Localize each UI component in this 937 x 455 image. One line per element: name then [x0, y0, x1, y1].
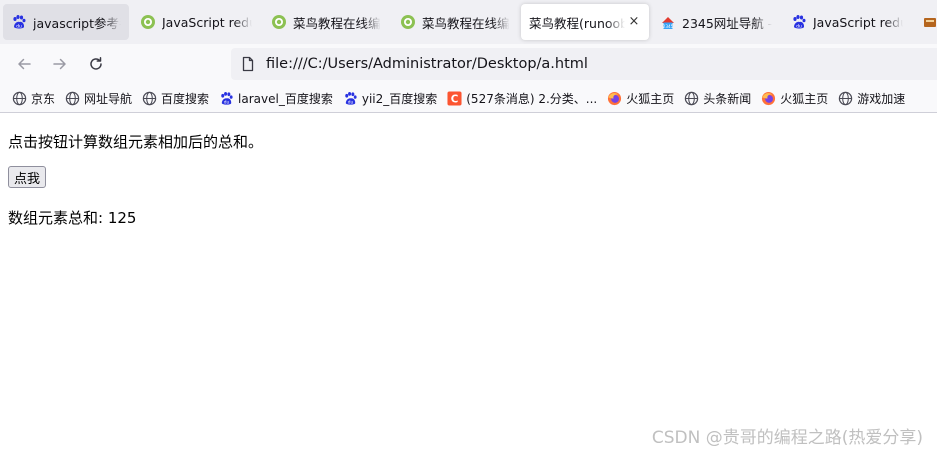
- bookmarks-toolbar: 京东 网址导航 百度搜索 laravel_百度搜索 yii2_百度搜索 (527…: [0, 84, 937, 113]
- bookmark-label: laravel_百度搜索: [238, 91, 333, 106]
- tab-2345-nav[interactable]: 2345网址导航 -: [652, 4, 780, 40]
- bookmark-label: 网址导航: [84, 91, 133, 106]
- back-arrow-icon: [18, 58, 31, 70]
- tab-overflow[interactable]: [914, 4, 937, 40]
- tab-title: 菜鸟教程在线编辑: [293, 15, 381, 31]
- tab-title: 2345网址导航 -: [682, 15, 772, 31]
- csdn-c-icon: [447, 91, 462, 106]
- bookmark-label: 火狐主页: [780, 91, 829, 106]
- tab-title: 菜鸟教程(runoob: [529, 15, 625, 31]
- bookmark-jd[interactable]: 京东: [12, 90, 55, 107]
- tab-javascript-reduce-2[interactable]: JavaScript redu: [783, 4, 911, 40]
- globe-icon: [12, 91, 27, 106]
- tab-javascript-reduce-1[interactable]: JavaScript redu: [132, 4, 260, 40]
- green-globe-icon: [140, 14, 156, 30]
- bookmark-url-nav[interactable]: 网址导航: [65, 90, 132, 107]
- bookmark-label: 游戏加速: [857, 91, 906, 106]
- globe-icon: [684, 91, 699, 106]
- globe-icon: [65, 91, 80, 106]
- bookmark-laravel[interactable]: laravel_百度搜索: [219, 90, 333, 107]
- partial-icon: [922, 14, 937, 30]
- reload-icon: [90, 57, 102, 70]
- bookmark-label: (527条消息) 2.分类、...: [466, 91, 598, 106]
- tab-title: 菜鸟教程在线编辑: [422, 15, 510, 31]
- firefox-icon: [607, 91, 622, 106]
- tab-runoob-editor-2[interactable]: 菜鸟教程在线编辑: [392, 4, 518, 40]
- tab-title: JavaScript redu: [813, 14, 903, 30]
- url-bar[interactable]: file:///C:/Users/Administrator/Desktop/a…: [231, 48, 937, 80]
- baidu-paw-icon: [343, 91, 358, 106]
- tab-strip: javascript参考手 JavaScript redu 菜鸟教程在线编辑 菜…: [0, 0, 937, 44]
- tab-runoob-editor-1[interactable]: 菜鸟教程在线编辑: [263, 4, 389, 40]
- forward-button[interactable]: [46, 50, 74, 78]
- baidu-paw-icon: [11, 14, 27, 30]
- sum-result-text: 数组元素总和: 125: [8, 209, 137, 227]
- csdn-watermark: CSDN @贵哥的编程之路(热爱分享): [651, 428, 923, 448]
- tab-title: javascript参考手: [33, 15, 121, 31]
- back-button[interactable]: [10, 50, 38, 78]
- bookmark-label: 火狐主页: [626, 91, 675, 106]
- bookmark-game-accel[interactable]: 游戏加速: [838, 90, 905, 107]
- green-globe-icon: [271, 14, 287, 30]
- tab-title: JavaScript redu: [162, 14, 252, 30]
- baidu-paw-icon: [219, 91, 234, 106]
- baidu-paw-icon: [791, 14, 807, 30]
- url-text: file:///C:/Users/Administrator/Desktop/a…: [266, 56, 588, 72]
- bookmark-label: 京东: [31, 91, 56, 106]
- bookmark-baidu-search[interactable]: 百度搜索: [142, 90, 209, 107]
- intro-text: 点击按钮计算数组元素相加后的总和。: [8, 133, 264, 151]
- tab-runoob-active[interactable]: 菜鸟教程(runoob ×: [521, 4, 649, 40]
- green-globe-icon: [400, 14, 416, 30]
- click-me-button[interactable]: 点我: [8, 166, 47, 188]
- bookmark-label: yii2_百度搜索: [361, 91, 438, 106]
- bookmark-firefox-home-1[interactable]: 火狐主页: [607, 90, 674, 107]
- bookmark-yii2[interactable]: yii2_百度搜索: [343, 90, 437, 107]
- forward-arrow-icon: [53, 58, 66, 70]
- bookmark-toutiao[interactable]: 头条新闻: [684, 90, 751, 107]
- close-tab-icon[interactable]: ×: [627, 15, 641, 29]
- navigation-bar: file:///C:/Users/Administrator/Desktop/a…: [0, 44, 937, 84]
- 2345-logo-icon: [660, 14, 676, 30]
- reload-button[interactable]: [82, 50, 110, 78]
- page-content: 点击按钮计算数组元素相加后的总和。 点我 数组元素总和: 125 CSDN @贵…: [0, 113, 937, 455]
- bookmark-label: 头条新闻: [703, 91, 752, 106]
- tab-javascript-reference[interactable]: javascript参考手: [3, 4, 129, 40]
- globe-icon: [142, 91, 157, 106]
- bookmark-firefox-home-2[interactable]: 火狐主页: [761, 90, 828, 107]
- bookmark-label: 百度搜索: [161, 91, 210, 106]
- firefox-icon: [761, 91, 776, 106]
- page-file-icon: [242, 56, 254, 72]
- bookmark-csdn[interactable]: (527条消息) 2.分类、...: [447, 90, 597, 107]
- globe-icon: [838, 91, 853, 106]
